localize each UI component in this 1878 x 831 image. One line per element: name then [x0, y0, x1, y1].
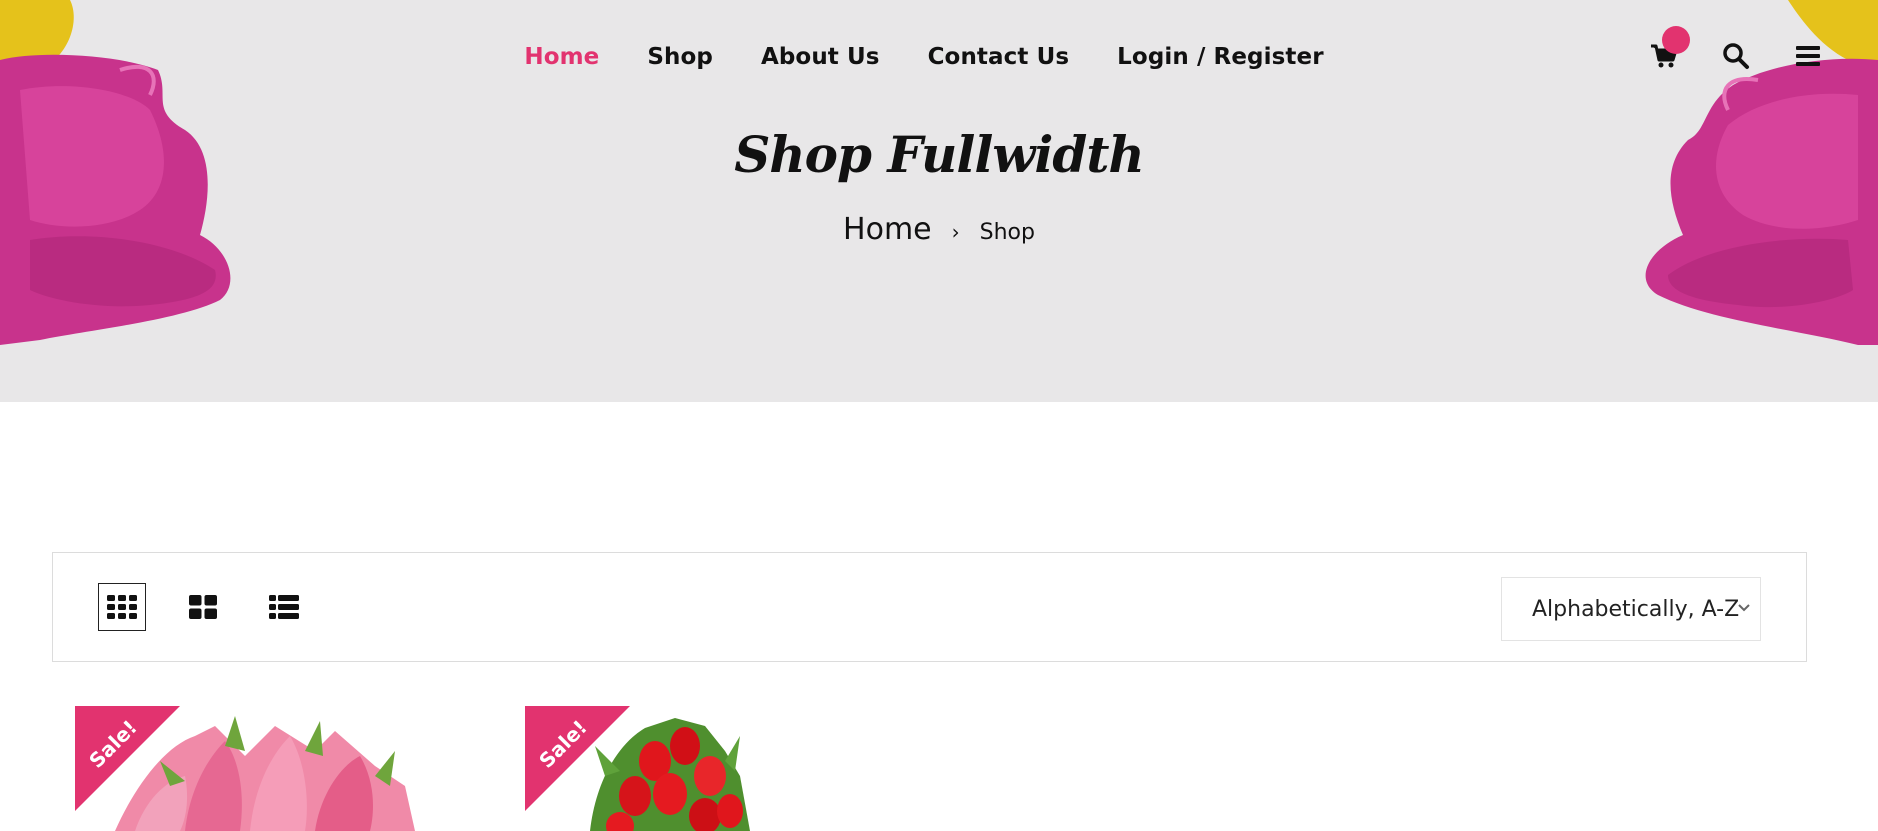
sale-badge: Sale! [525, 706, 630, 811]
main-navigation: Home Shop About Us Contact Us Login / Re… [0, 44, 1878, 70]
grid-4-view-button[interactable] [98, 583, 146, 631]
cart-count-badge [1662, 26, 1690, 54]
grid-2-view-button[interactable] [179, 583, 227, 631]
nav-item-home[interactable]: Home [524, 44, 599, 70]
breadcrumb: Home › Shop [0, 212, 1878, 247]
grid-large-icon [189, 595, 217, 619]
nav-item-contact-us[interactable]: Contact Us [928, 44, 1070, 70]
nav-item-shop[interactable]: Shop [647, 44, 713, 70]
sort-selected-value: Alphabetically, A-Z [1532, 596, 1740, 622]
page-title: Shop Fullwidth [734, 125, 1145, 184]
menu-icon[interactable] [1794, 42, 1822, 70]
page-hero: Home Shop About Us Contact Us Login / Re… [0, 0, 1878, 402]
chevron-right-icon: › [951, 220, 960, 244]
sort-select[interactable]: Alphabetically, A-Z [1501, 577, 1761, 641]
chevron-down-icon [1738, 604, 1750, 612]
search-icon[interactable] [1722, 42, 1750, 70]
header-icons [1650, 26, 1822, 70]
cart-icon[interactable] [1650, 26, 1690, 70]
product-card[interactable]: Sale! [75, 706, 475, 831]
list-view-button[interactable] [260, 583, 308, 631]
list-icon [269, 595, 299, 619]
breadcrumb-current: Shop [979, 220, 1035, 245]
nav-item-login-register[interactable]: Login / Register [1117, 44, 1323, 70]
product-card[interactable]: Sale! [525, 706, 925, 831]
nav-item-about-us[interactable]: About Us [761, 44, 880, 70]
sale-badge: Sale! [75, 706, 180, 811]
shop-toolbar: Alphabetically, A-Z [52, 552, 1807, 662]
grid-small-icon [107, 595, 137, 619]
breadcrumb-home-link[interactable]: Home [843, 212, 932, 247]
